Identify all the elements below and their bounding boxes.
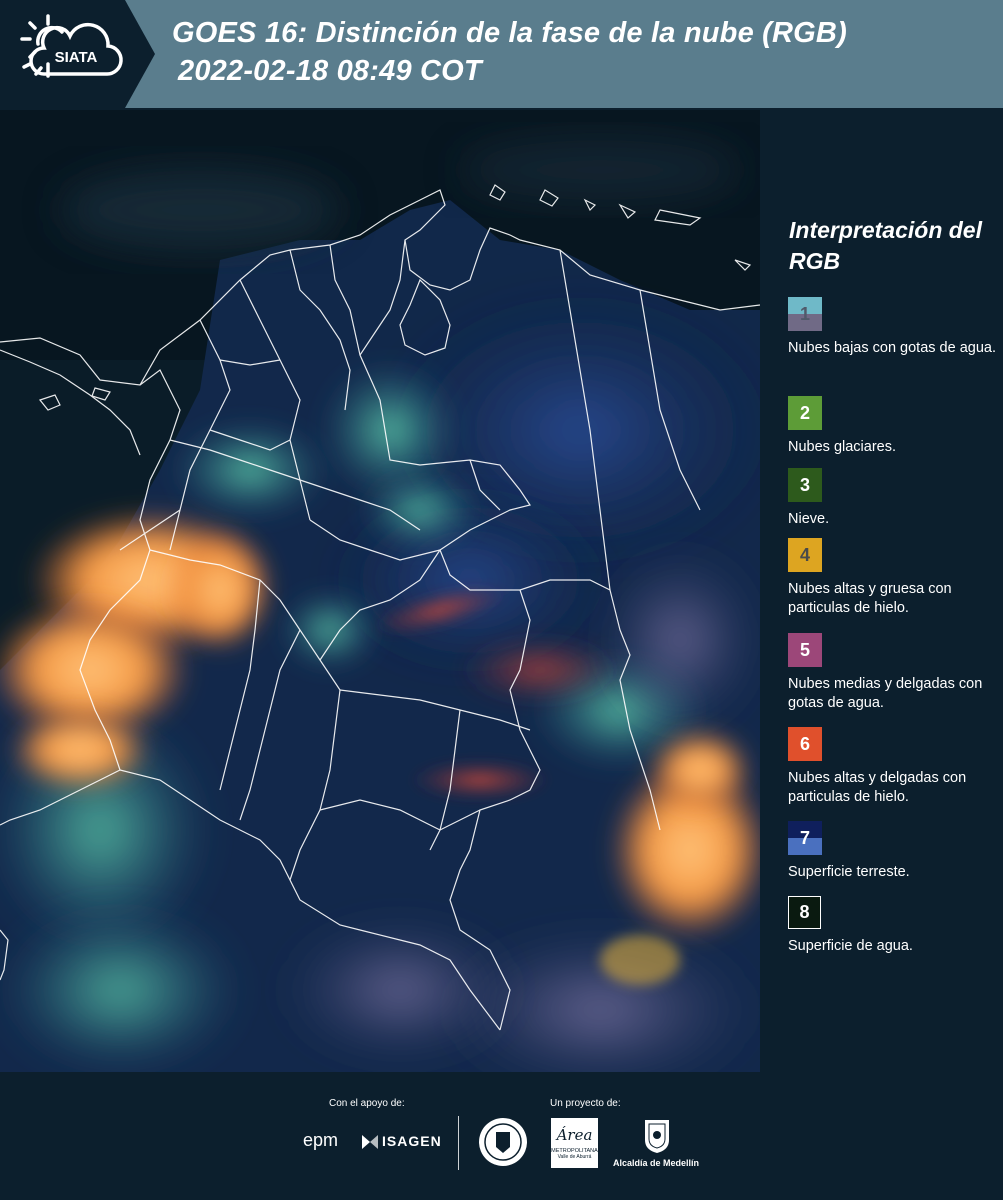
legend-item-5: 5 Nubes medias y delgadas con gotas de a… bbox=[788, 633, 998, 713]
legend-label-4: Nubes altas y gruesa con particulas de h… bbox=[788, 581, 952, 616]
legend-label-8: Superficie de agua. bbox=[788, 938, 913, 954]
satellite-rgb-map bbox=[0, 110, 760, 1072]
legend-item-6: 6 Nubes altas y delgadas con particulas … bbox=[788, 727, 998, 807]
siata-logo-text: SIATA bbox=[55, 49, 98, 66]
legend-swatch-8: 8 bbox=[788, 896, 821, 929]
isagen-logo: ISAGEN bbox=[382, 1133, 442, 1149]
legend-label-2: Nubes glaciares. bbox=[788, 439, 896, 455]
legend-item-7: 7 Superficie terreste. bbox=[788, 821, 998, 882]
legend-item-3: 3 Nieve. bbox=[788, 468, 998, 529]
alcaldia-medellin-logo: Alcaldía de Medellín bbox=[613, 1158, 700, 1168]
legend-swatch-5: 5 bbox=[788, 633, 822, 667]
legend-item-4: 4 Nubes altas y gruesa con particulas de… bbox=[788, 538, 998, 618]
legend-swatch-4: 4 bbox=[788, 538, 822, 572]
alcaldia-shield-icon bbox=[645, 1120, 669, 1153]
legend-swatch-6: 6 bbox=[788, 727, 822, 761]
project-label: Un proyecto de: bbox=[550, 1098, 621, 1109]
legend-title: Interpretación del RGB bbox=[789, 217, 982, 274]
epm-logo: epm bbox=[303, 1130, 339, 1150]
legend-label-6: Nubes altas y delgadas con particulas de… bbox=[788, 770, 967, 805]
legend-item-8: 8 Superficie de agua. bbox=[788, 896, 998, 956]
legend-label-1: Nubes bajas con gotas de agua. bbox=[788, 340, 996, 356]
legend-swatch-3: 3 bbox=[788, 468, 822, 502]
isagen-logo-icon bbox=[362, 1135, 378, 1149]
page-title: GOES 16: Distinción de la fase de la nub… bbox=[172, 17, 847, 49]
university-seal-icon bbox=[479, 1118, 527, 1166]
legend-swatch-7: 7 bbox=[788, 821, 822, 855]
footer-divider bbox=[458, 1116, 459, 1170]
footer: Con el apoyo de: Un proyecto de: epm ISA… bbox=[0, 1072, 1003, 1200]
legend-panel: Interpretación del RGB 1 Nubes bajas con… bbox=[762, 110, 1003, 1072]
page-timestamp: 2022-02-18 08:49 COT bbox=[178, 55, 482, 87]
support-label: Con el apoyo de: bbox=[329, 1098, 405, 1109]
legend-item-1: 1 Nubes bajas con gotas de agua. bbox=[788, 297, 998, 358]
legend-label-7: Superficie terreste. bbox=[788, 864, 910, 880]
legend-label-5: Nubes medias y delgadas con gotas de agu… bbox=[788, 676, 983, 711]
legend-item-2: 2 Nubes glaciares. bbox=[788, 396, 998, 457]
legend-swatch-2: 2 bbox=[788, 396, 822, 430]
area-metropolitana-logo: Área METROPOLITANA Valle de Aburrá bbox=[551, 1118, 598, 1168]
legend-label-3: Nieve. bbox=[788, 511, 830, 527]
legend-swatch-1: 1 bbox=[788, 297, 822, 331]
header-banner: SIATA GOES 16: Distinción de la fase de … bbox=[0, 0, 1003, 108]
siata-logo-icon: SIATA bbox=[20, 14, 123, 78]
